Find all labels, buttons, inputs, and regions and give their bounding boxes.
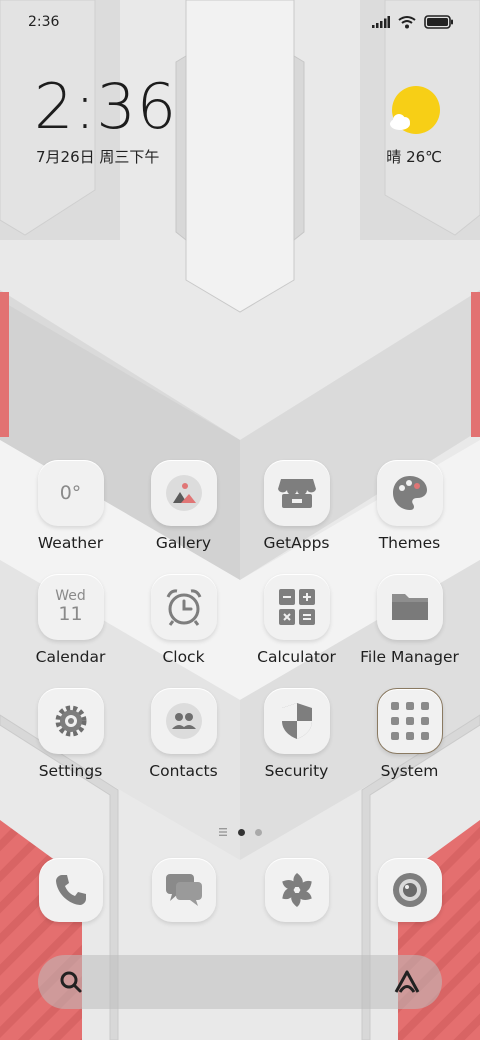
gallery-icon[interactable] — [150, 460, 217, 526]
aperture-glyph — [281, 873, 312, 907]
calculator-glyph — [278, 589, 315, 625]
app-getapps[interactable]: GetApps — [240, 460, 353, 552]
app-label: Weather — [37, 534, 104, 552]
status-bar: 2:36 — [0, 0, 480, 44]
page-dot-active — [238, 828, 245, 836]
list-icon — [219, 828, 227, 836]
page-dot — [255, 828, 262, 836]
dock-camera[interactable] — [353, 858, 466, 922]
dock-phone[interactable] — [14, 858, 127, 922]
app-label: System — [380, 762, 439, 780]
calendar-icon[interactable]: Wed 11 — [37, 574, 104, 640]
alarm-clock-glyph — [166, 589, 201, 626]
wifi-icon — [398, 16, 416, 29]
contacts-icon[interactable] — [150, 688, 217, 754]
camera-icon[interactable] — [377, 858, 442, 922]
message-glyph — [165, 874, 202, 906]
camera-glyph — [392, 873, 427, 907]
aperture-icon[interactable] — [264, 858, 329, 922]
sunny-cloud-icon — [390, 86, 440, 134]
app-label: GetApps — [263, 534, 330, 552]
folder-grid-icon[interactable] — [376, 688, 443, 754]
contacts-glyph — [165, 703, 202, 739]
assistant-icon[interactable] — [392, 969, 422, 995]
app-label: Gallery — [155, 534, 212, 552]
app-calendar[interactable]: Wed 11 Calendar — [14, 574, 127, 666]
status-time: 2:36 — [28, 14, 60, 30]
folder-glyph — [391, 594, 428, 620]
gear-glyph — [55, 705, 86, 737]
date-label: 7月26日 周三下午 — [36, 148, 160, 166]
palette-glyph — [392, 476, 427, 510]
shield-glyph — [281, 703, 312, 739]
shield-icon[interactable] — [263, 688, 330, 754]
store-glyph — [277, 479, 316, 508]
app-file-manager[interactable]: File Manager — [353, 574, 466, 666]
app-grid: 0° Weather Gallery GetApps Themes Wed 11… — [14, 460, 466, 780]
app-system-folder[interactable]: System — [353, 688, 466, 780]
battery-icon — [424, 15, 453, 29]
app-security[interactable]: Security — [240, 688, 353, 780]
app-label: Calendar — [35, 648, 106, 666]
app-label: Calculator — [257, 648, 336, 666]
search-icon[interactable] — [58, 969, 84, 995]
dock-messages[interactable] — [127, 858, 240, 922]
phone-icon[interactable] — [38, 858, 103, 922]
phone-glyph — [55, 875, 86, 905]
page-indicator[interactable] — [0, 828, 480, 836]
app-weather[interactable]: 0° Weather — [14, 460, 127, 552]
app-gallery[interactable]: Gallery — [127, 460, 240, 552]
calendar-day-name: Wed — [55, 587, 86, 604]
alarm-clock-icon[interactable] — [150, 574, 217, 640]
app-label: Settings — [38, 762, 103, 780]
message-icon[interactable] — [151, 858, 216, 922]
lockscreen-clock[interactable]: 2:36 — [34, 76, 177, 138]
calendar-day-number: 11 — [58, 602, 83, 625]
app-clock[interactable]: Clock — [127, 574, 240, 666]
gallery-glyph — [165, 475, 202, 511]
store-icon[interactable] — [263, 460, 330, 526]
signal-icon — [372, 16, 390, 28]
status-icons — [372, 15, 454, 29]
dock — [14, 858, 466, 922]
app-label: Contacts — [149, 762, 218, 780]
app-calculator[interactable]: Calculator — [240, 574, 353, 666]
app-label: Themes — [378, 534, 441, 552]
app-settings[interactable]: Settings — [14, 688, 127, 780]
app-label: Security — [264, 762, 329, 780]
weather-temp-text: 0° — [59, 482, 82, 504]
folder-icon[interactable] — [376, 574, 443, 640]
weather-app-icon[interactable]: 0° — [37, 460, 104, 526]
folder-grid-glyph — [390, 702, 429, 740]
calculator-icon[interactable] — [263, 574, 330, 640]
weather-text: 晴 26℃ — [386, 148, 442, 166]
weather-widget[interactable] — [384, 84, 444, 144]
dock-browser[interactable] — [240, 858, 353, 922]
palette-icon[interactable] — [376, 460, 443, 526]
app-contacts[interactable]: Contacts — [127, 688, 240, 780]
search-bar[interactable] — [38, 955, 442, 1009]
app-themes[interactable]: Themes — [353, 460, 466, 552]
gear-icon[interactable] — [37, 688, 104, 754]
app-label: Clock — [162, 648, 205, 666]
app-label: File Manager — [360, 648, 459, 666]
